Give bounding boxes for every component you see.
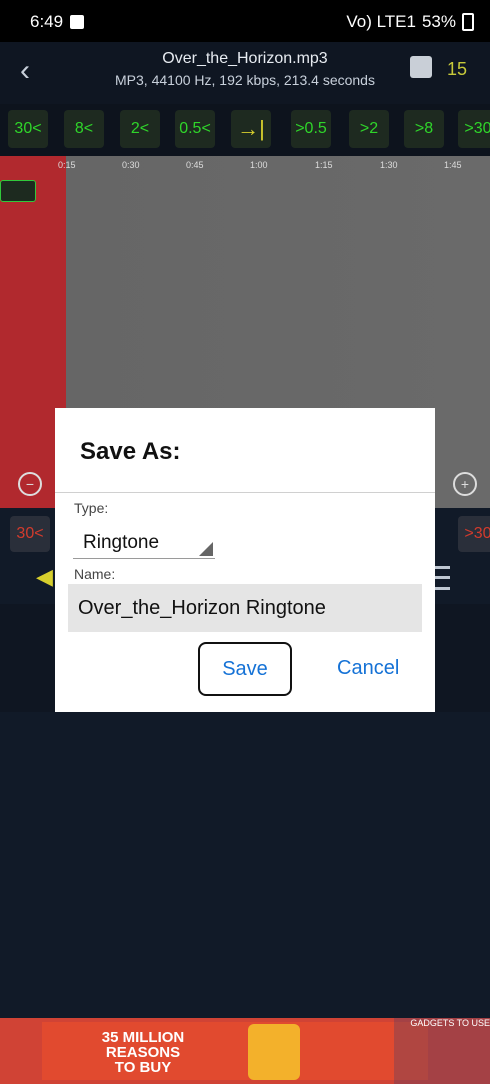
jump-end-button[interactable]: →| bbox=[231, 110, 271, 148]
playhead-marker[interactable] bbox=[0, 180, 36, 202]
time-label: 1:00 bbox=[250, 160, 268, 170]
type-select[interactable]: Ringtone bbox=[73, 526, 215, 559]
time-ruler: 0:15 0:30 0:45 1:00 1:15 1:30 1:45 bbox=[0, 156, 490, 176]
time-label: 1:45 bbox=[444, 160, 462, 170]
ad-banner[interactable]: 35 MILLION REASONS TO BUY GADGETS TO USE bbox=[0, 1018, 490, 1084]
watermark: GADGETS TO USE bbox=[394, 1018, 490, 1084]
type-label: Type: bbox=[74, 500, 109, 516]
status-bar: 6:49 Vo) LTE1 53% bbox=[0, 0, 490, 42]
name-input[interactable] bbox=[68, 584, 422, 632]
gallery-icon bbox=[70, 15, 84, 29]
battery-icon bbox=[462, 13, 474, 31]
save-count: 15 bbox=[447, 59, 468, 79]
cancel-button[interactable]: Cancel bbox=[337, 657, 399, 680]
file-info: MP3, 44100 Hz, 192 kbps, 213.4 seconds bbox=[115, 72, 375, 88]
time-label: 1:15 bbox=[315, 160, 333, 170]
zoom-in-icon[interactable]: + bbox=[453, 472, 477, 496]
seek-back-2-button[interactable]: 2< bbox=[120, 110, 160, 148]
dialog-title: Save As: bbox=[80, 438, 181, 465]
file-title: Over_the_Horizon.mp3 bbox=[162, 50, 328, 67]
app-header: ‹ Over_the_Horizon.mp3 MP3, 44100 Hz, 19… bbox=[0, 42, 490, 104]
status-right: Vo) LTE1 53% bbox=[346, 12, 474, 32]
empty-area bbox=[0, 712, 490, 1018]
ad-content[interactable]: 35 MILLION REASONS TO BUY bbox=[42, 1022, 428, 1080]
back-icon[interactable]: ‹ bbox=[20, 56, 44, 86]
divider bbox=[55, 492, 435, 493]
type-value: Ringtone bbox=[83, 532, 160, 553]
ad-headline: 35 MILLION REASONS TO BUY bbox=[101, 1029, 185, 1076]
zoom-out-icon[interactable]: − bbox=[18, 472, 42, 496]
rewind-30-button[interactable]: 30< bbox=[10, 516, 50, 552]
time-label: 0:30 bbox=[122, 160, 140, 170]
save-button[interactable]: Save bbox=[198, 642, 292, 696]
save-icon[interactable] bbox=[410, 56, 432, 78]
dropdown-arrow-icon bbox=[199, 542, 213, 556]
battery-percent: 53% bbox=[421, 12, 456, 31]
time-label: 0:15 bbox=[58, 160, 76, 170]
seek-forward-30-button[interactable]: >30 bbox=[458, 110, 490, 148]
save-as-dialog: Save As: Type: Ringtone Name: Save Cance… bbox=[55, 408, 435, 712]
name-label: Name: bbox=[74, 566, 116, 582]
status-time: 6:49 bbox=[30, 12, 64, 31]
play-arrow-icon[interactable]: ◀ bbox=[36, 564, 53, 590]
ad-person-image bbox=[248, 1024, 300, 1080]
forward-30-button[interactable]: >30 bbox=[458, 516, 490, 552]
seek-forward-2-button[interactable]: >2 bbox=[349, 110, 389, 148]
seek-toolbar: 30< 8< 2< 0.5< →| >0.5 >2 >8 >30 bbox=[0, 104, 490, 156]
seek-back-8-button[interactable]: 8< bbox=[64, 110, 104, 148]
seek-back-30-button[interactable]: 30< bbox=[8, 110, 48, 148]
time-label: 0:45 bbox=[186, 160, 204, 170]
network-label: Vo) LTE1 bbox=[346, 12, 416, 31]
time-label: 1:30 bbox=[380, 160, 398, 170]
seek-forward-8-button[interactable]: >8 bbox=[404, 110, 444, 148]
seek-forward-0-5-button[interactable]: >0.5 bbox=[291, 110, 331, 148]
seek-back-0-5-button[interactable]: 0.5< bbox=[175, 110, 215, 148]
